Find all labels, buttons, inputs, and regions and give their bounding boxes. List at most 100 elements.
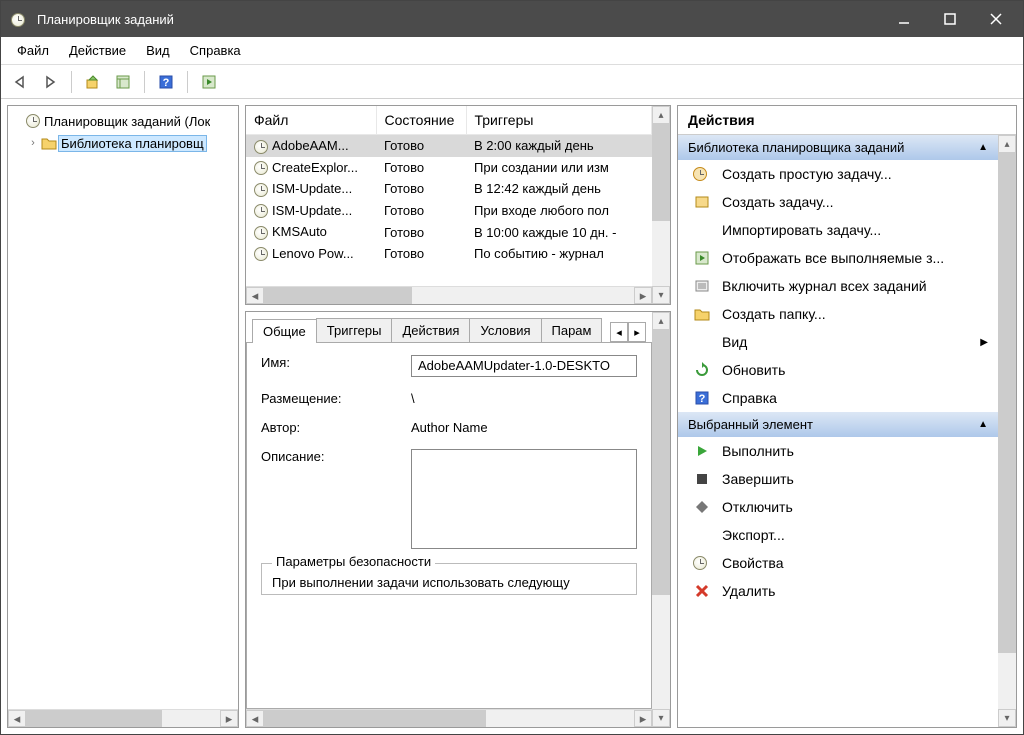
- action-view[interactable]: Вид: [678, 328, 998, 356]
- close-button[interactable]: [973, 1, 1019, 37]
- tab-actions[interactable]: Действия: [391, 318, 470, 342]
- clock-icon: [254, 140, 268, 154]
- stop-icon: [692, 473, 712, 485]
- col-file[interactable]: Файл: [246, 106, 376, 135]
- action-create-task[interactable]: Создать задачу...: [678, 188, 998, 216]
- help-button[interactable]: ?: [153, 69, 179, 95]
- table-row[interactable]: CreateExplor...ГотовоПри создании или из…: [246, 157, 652, 179]
- cell-state: Готово: [376, 200, 466, 222]
- task-wizard-icon: [692, 167, 712, 181]
- menu-action[interactable]: Действие: [59, 41, 136, 60]
- forward-button[interactable]: [37, 69, 63, 95]
- navigation-tree[interactable]: Планировщик заданий (Лок › Библиотека пл…: [8, 106, 238, 709]
- properties-button[interactable]: [110, 69, 136, 95]
- scroll-up-icon[interactable]: ▴: [652, 312, 670, 330]
- action-properties[interactable]: Свойства: [678, 549, 998, 577]
- action-run[interactable]: Выполнить: [678, 437, 998, 465]
- security-fieldset: Параметры безопасности При выполнении за…: [261, 563, 637, 595]
- scroll-up-icon[interactable]: ▴: [998, 135, 1016, 153]
- actions-group-library[interactable]: Библиотека планировщика заданий ▲: [678, 135, 998, 160]
- tab-general[interactable]: Общие: [252, 319, 317, 343]
- actions-body: Библиотека планировщика заданий ▲ Создат…: [678, 135, 1016, 727]
- actions-group-selected[interactable]: Выбранный элемент ▲: [678, 412, 998, 437]
- task-details-panel: Общие Триггеры Действия Условия Парам ◂ …: [245, 311, 671, 728]
- menu-view[interactable]: Вид: [136, 41, 180, 60]
- scroll-left-icon[interactable]: ◂: [246, 287, 264, 304]
- name-field[interactable]: AdobeAAMUpdater-1.0-DESKTO: [411, 355, 637, 377]
- menu-help[interactable]: Справка: [180, 41, 251, 60]
- security-legend: Параметры безопасности: [272, 554, 435, 569]
- action-refresh[interactable]: Обновить: [678, 356, 998, 384]
- task-list-scrollbar[interactable]: ▴ ▾: [652, 106, 670, 304]
- scroll-left-icon[interactable]: ◂: [8, 710, 26, 727]
- table-row[interactable]: ISM-Update...ГотовоПри входе любого пол: [246, 200, 652, 222]
- menubar: Файл Действие Вид Справка: [1, 37, 1023, 65]
- tab-scroll-right[interactable]: ▸: [628, 322, 646, 342]
- delete-icon: [692, 584, 712, 598]
- col-triggers[interactable]: Триггеры: [466, 106, 652, 135]
- tree-library-label: Библиотека планировщ: [58, 135, 207, 152]
- scroll-right-icon[interactable]: ▸: [634, 710, 652, 727]
- tab-triggers[interactable]: Триггеры: [316, 318, 393, 342]
- tree-horizontal-scrollbar[interactable]: ◂ ▸: [8, 709, 238, 727]
- action-show-running[interactable]: Отображать все выполняемые з...: [678, 244, 998, 272]
- action-label: Удалить: [722, 583, 775, 599]
- expand-icon[interactable]: ›: [26, 137, 40, 149]
- cell-file: ISM-Update...: [246, 200, 376, 222]
- play-icon: [692, 444, 712, 458]
- action-new-folder[interactable]: Создать папку...: [678, 300, 998, 328]
- action-export[interactable]: Экспорт...: [678, 521, 998, 549]
- action-delete[interactable]: Удалить: [678, 577, 998, 605]
- scroll-right-icon[interactable]: ▸: [634, 287, 652, 304]
- task-table[interactable]: Файл Состояние Триггеры AdobeAAM...Готов…: [246, 106, 652, 264]
- task-list-horizontal-scrollbar[interactable]: ◂ ▸: [246, 286, 670, 304]
- cell-file: CreateExplor...: [246, 157, 376, 179]
- scroll-right-icon[interactable]: ▸: [220, 710, 238, 727]
- maximize-button[interactable]: [927, 1, 973, 37]
- table-row[interactable]: AdobeAAM...ГотовоВ 2:00 каждый день: [246, 135, 652, 157]
- actions-panel: Действия Библиотека планировщика заданий…: [677, 105, 1017, 728]
- action-label: Завершить: [722, 471, 794, 487]
- table-row[interactable]: ISM-Update...ГотовоВ 12:42 каждый день: [246, 178, 652, 200]
- tab-conditions[interactable]: Условия: [469, 318, 541, 342]
- menu-file[interactable]: Файл: [7, 41, 59, 60]
- cell-trigger: При создании или изм: [466, 157, 652, 179]
- actions-group-selected-label: Выбранный элемент: [688, 417, 813, 432]
- cell-state: Готово: [376, 135, 466, 157]
- tab-params[interactable]: Парам: [541, 318, 603, 342]
- action-enable-history[interactable]: Включить журнал всех заданий: [678, 272, 998, 300]
- up-button[interactable]: [80, 69, 106, 95]
- minimize-button[interactable]: [881, 1, 927, 37]
- details-horizontal-scrollbar[interactable]: ◂ ▸: [246, 709, 670, 727]
- actions-scrollbar[interactable]: ▴ ▾: [998, 135, 1016, 727]
- folder-icon: [40, 136, 58, 150]
- tree-library[interactable]: › Библиотека планировщ: [10, 132, 236, 154]
- separator: [187, 71, 188, 93]
- action-disable[interactable]: Отключить: [678, 493, 998, 521]
- scroll-down-icon[interactable]: ▾: [652, 709, 670, 727]
- details-vertical-scrollbar[interactable]: ▴ ▾: [652, 312, 670, 727]
- separator: [144, 71, 145, 93]
- back-button[interactable]: [7, 69, 33, 95]
- action-create-simple-task[interactable]: Создать простую задачу...: [678, 160, 998, 188]
- scroll-down-icon[interactable]: ▾: [652, 286, 670, 304]
- tree-root[interactable]: Планировщик заданий (Лок: [10, 110, 236, 132]
- content-area: Планировщик заданий (Лок › Библиотека пл…: [1, 99, 1023, 734]
- scroll-up-icon[interactable]: ▴: [652, 106, 670, 124]
- action-import-task[interactable]: Импортировать задачу...: [678, 216, 998, 244]
- action-help[interactable]: ? Справка: [678, 384, 998, 412]
- scroll-down-icon[interactable]: ▾: [998, 709, 1016, 727]
- tab-scroll-left[interactable]: ◂: [610, 322, 628, 342]
- action-label: Выполнить: [722, 443, 794, 459]
- scroll-left-icon[interactable]: ◂: [246, 710, 264, 727]
- folder-icon: [692, 307, 712, 321]
- table-row[interactable]: Lenovo Pow...ГотовоПо событию - журнал: [246, 243, 652, 265]
- action-label: Включить журнал всех заданий: [722, 278, 927, 294]
- detail-tabs: Общие Триггеры Действия Условия Парам ◂ …: [246, 312, 652, 342]
- table-row[interactable]: KMSAutoГотовоВ 10:00 каждые 10 дн. -: [246, 221, 652, 243]
- clock-icon: [254, 247, 268, 261]
- action-end[interactable]: Завершить: [678, 465, 998, 493]
- col-state[interactable]: Состояние: [376, 106, 466, 135]
- run-toolbar-button[interactable]: [196, 69, 222, 95]
- description-field[interactable]: [411, 449, 637, 549]
